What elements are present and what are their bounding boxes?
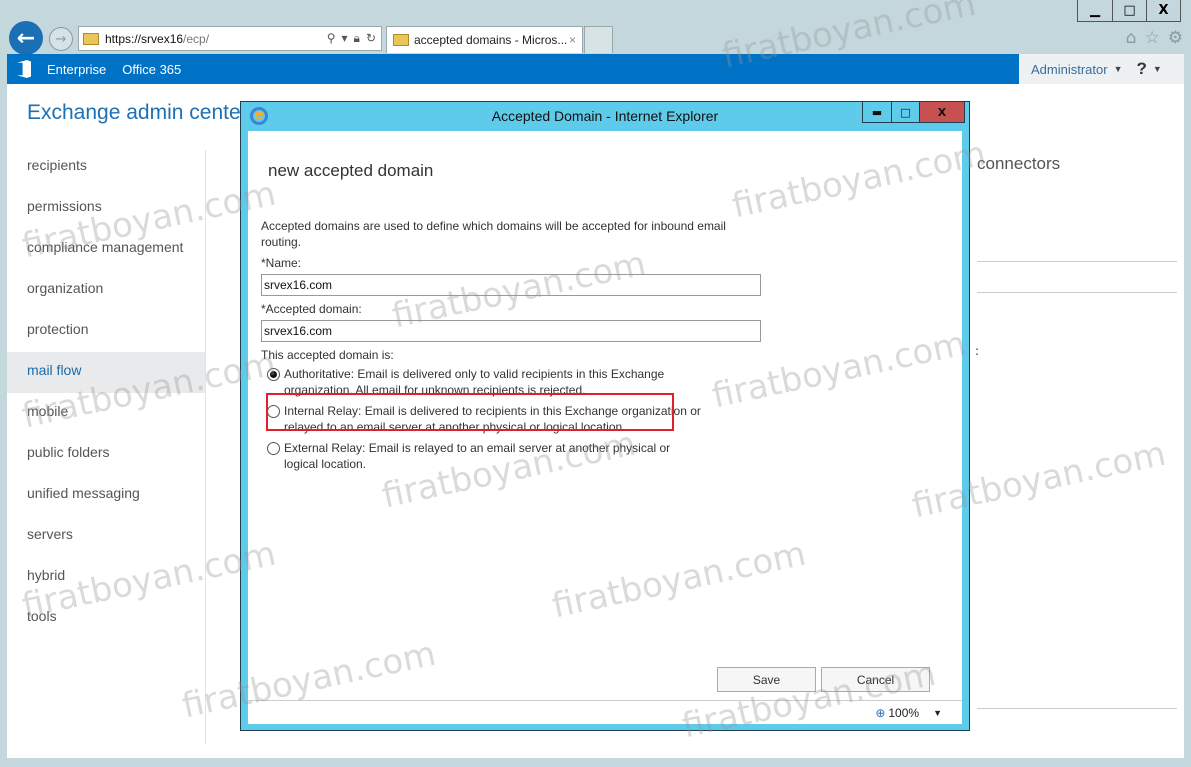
detail-text: : <box>975 344 980 358</box>
page-title: Exchange admin cente <box>27 101 241 124</box>
dialog-close-button[interactable]: X <box>919 102 964 122</box>
exchange-site-icon <box>83 32 99 45</box>
accepted-domain-form: Accepted domains are used to define whic… <box>261 218 761 477</box>
nav-item-public-folders[interactable]: public folders <box>7 434 205 475</box>
annotation-highlight-box <box>266 393 674 431</box>
user-area: Administrator ▼ ? ▼ <box>1019 54 1184 84</box>
nav-item-recipients[interactable]: recipients <box>7 147 205 188</box>
nav-item-servers[interactable]: servers <box>7 516 205 557</box>
address-bar[interactable]: https://srvex16/ecp/ ⚲ ▾ 🔒︎ ↻ <box>78 26 382 51</box>
dialog-maximize-button[interactable]: □ <box>891 102 919 122</box>
name-input[interactable] <box>261 274 761 296</box>
close-button[interactable]: X <box>1146 0 1180 21</box>
dialog-minimize-button[interactable]: ▬ <box>863 102 891 122</box>
nav-item-mail-flow[interactable]: mail flow <box>7 352 205 393</box>
browser-window-controls: ▁ □ X <box>1077 0 1181 22</box>
office-logo-icon[interactable] <box>17 60 31 78</box>
dialog-window-controls: ▬ □ X <box>862 102 965 123</box>
new-tab-button[interactable] <box>584 26 613 53</box>
name-label: *Name: <box>261 256 302 270</box>
chevron-down-icon[interactable]: ▼ <box>1114 64 1123 74</box>
url-path: /ecp/ <box>183 31 210 46</box>
accepted-domain-input[interactable] <box>261 320 761 342</box>
search-icon[interactable]: ⚲ <box>327 31 336 46</box>
arrow-right-icon: → <box>55 31 67 47</box>
radio-external-relay[interactable]: External Relay: Email is relayed to an e… <box>261 440 761 472</box>
divider <box>977 708 1177 709</box>
maximize-button[interactable]: □ <box>1112 0 1146 21</box>
dialog-status-bar: ⊕ 100% ▼ <box>248 700 962 724</box>
tab-connectors[interactable]: connectors <box>977 154 1060 174</box>
enterprise-link[interactable]: Enterprise <box>47 62 106 77</box>
nav-item-compliance-management[interactable]: compliance management <box>7 229 205 270</box>
zoom-magnifier-icon[interactable]: ⊕ <box>875 706 885 720</box>
url-host: https://srvex16 <box>105 31 184 46</box>
nav-item-organization[interactable]: organization <box>7 270 205 311</box>
divider <box>977 261 1177 262</box>
nav-item-protection[interactable]: protection <box>7 311 205 352</box>
tab-close-icon[interactable]: × <box>569 33 576 47</box>
chevron-down-icon[interactable]: ▼ <box>933 708 942 718</box>
refresh-icon[interactable]: ↻ <box>366 31 376 46</box>
back-button[interactable]: ← <box>9 21 43 55</box>
nav-item-mobile[interactable]: mobile <box>7 393 205 434</box>
radio-label: External Relay: Email is relayed to an e… <box>284 441 671 471</box>
tab-title: accepted domains - Micros... <box>414 33 568 47</box>
minimize-button[interactable]: ▁ <box>1078 0 1112 21</box>
chevron-down-icon[interactable]: ▼ <box>1153 64 1162 74</box>
divider <box>977 292 1177 293</box>
save-button[interactable]: Save <box>717 667 816 692</box>
nav-item-unified-messaging[interactable]: unified messaging <box>7 475 205 516</box>
browser-toolbar-icons: ⌂ ☆ ⚙ <box>1126 28 1183 48</box>
nav-item-permissions[interactable]: permissions <box>7 188 205 229</box>
dialog-titlebar[interactable]: e Accepted Domain - Internet Explorer ▬ … <box>241 102 969 131</box>
dialog-body: new accepted domain Accepted domains are… <box>248 131 962 724</box>
radio-button-checked[interactable] <box>267 368 280 381</box>
dropdown-caret-icon[interactable]: ▾ <box>342 31 348 46</box>
lock-icon[interactable]: 🔒︎ <box>354 31 360 46</box>
favorites-star-icon[interactable]: ☆ <box>1145 28 1160 48</box>
nav-item-tools[interactable]: tools <box>7 598 205 639</box>
settings-gear-icon[interactable]: ⚙ <box>1168 28 1183 48</box>
accepted-domain-dialog: e Accepted Domain - Internet Explorer ▬ … <box>240 101 970 731</box>
left-navigation: recipients permissions compliance manage… <box>7 147 205 639</box>
exchange-site-icon <box>393 34 409 46</box>
arrow-left-icon: ← <box>16 25 36 51</box>
browser-tab[interactable]: accepted domains - Micros... × <box>386 26 583 53</box>
nav-item-hybrid[interactable]: hybrid <box>7 557 205 598</box>
zoom-level[interactable]: 100% <box>888 706 919 720</box>
nav-divider <box>205 150 206 744</box>
radio-button[interactable] <box>267 442 280 455</box>
form-description: Accepted domains are used to define whic… <box>261 219 726 249</box>
user-menu[interactable]: Administrator <box>1031 62 1108 77</box>
cancel-button[interactable]: Cancel <box>821 667 930 692</box>
accepted-domain-label: *Accepted domain: <box>261 302 362 316</box>
dialog-title: Accepted Domain - Internet Explorer <box>491 108 719 124</box>
dialog-heading: new accepted domain <box>268 161 434 180</box>
office365-nav-bar: Enterprise Office 365 Administrator ▼ ? … <box>7 54 1184 84</box>
home-icon[interactable]: ⌂ <box>1126 28 1137 48</box>
help-button[interactable]: ? <box>1137 59 1147 79</box>
domain-type-label: This accepted domain is: <box>261 348 394 362</box>
office365-link[interactable]: Office 365 <box>122 62 181 77</box>
forward-button[interactable]: → <box>49 27 73 51</box>
